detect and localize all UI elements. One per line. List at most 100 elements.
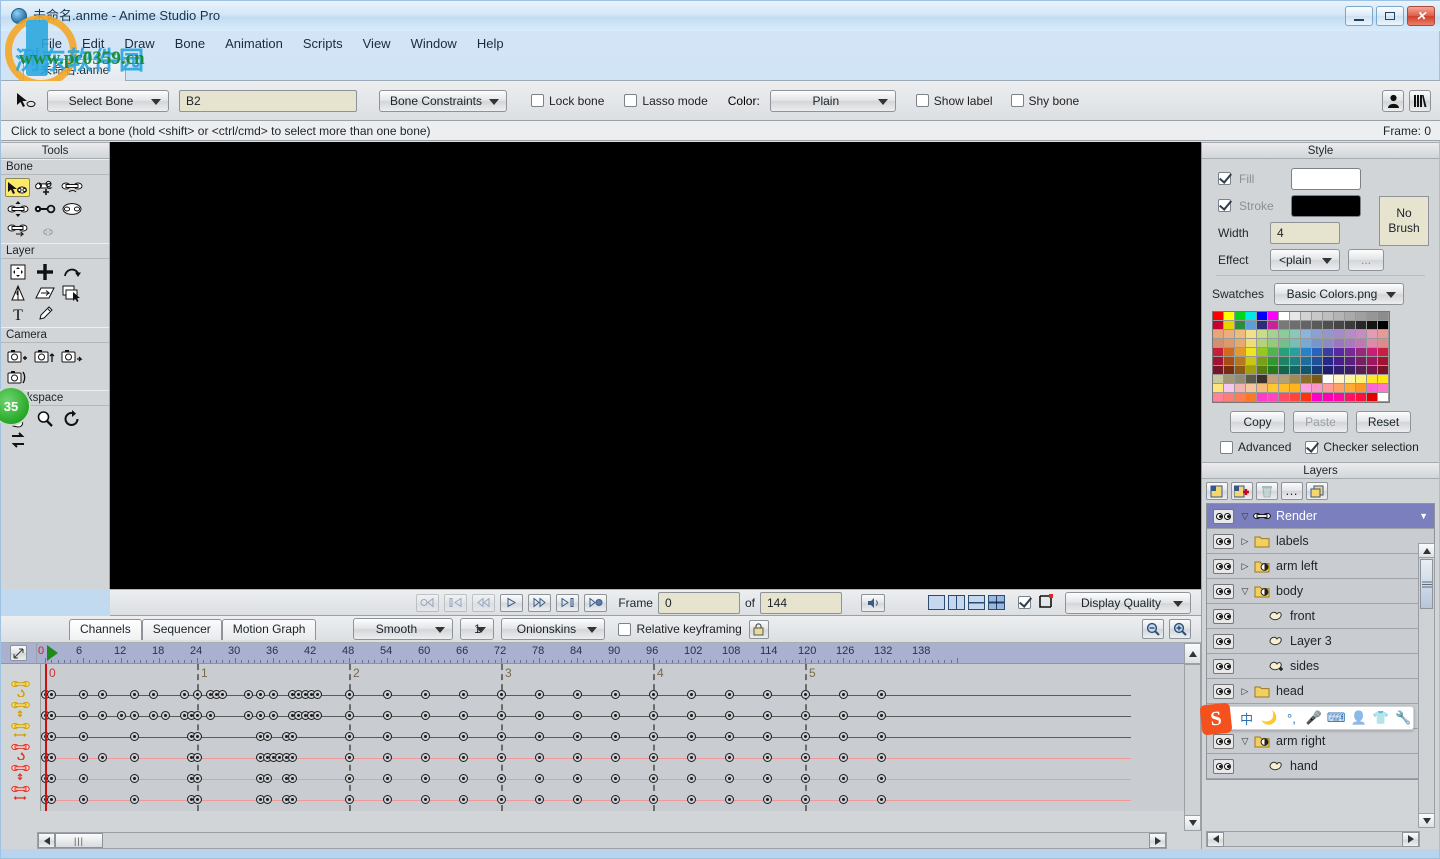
- color-swatch-98[interactable]: [1235, 366, 1246, 375]
- color-swatch-94[interactable]: [1367, 357, 1378, 366]
- interpolation-dropdown[interactable]: Smooth: [353, 618, 453, 640]
- keyframe[interactable]: [497, 753, 506, 762]
- layer-visibility-icon[interactable]: [1213, 634, 1234, 649]
- keyframe[interactable]: [497, 711, 506, 720]
- keyframe[interactable]: [345, 753, 354, 762]
- keyframe[interactable]: [725, 732, 734, 741]
- color-swatch-15[interactable]: [1378, 312, 1389, 321]
- tab-motion-graph[interactable]: Motion Graph: [222, 619, 317, 640]
- color-swatch-58[interactable]: [1323, 339, 1334, 348]
- keyframe[interactable]: [801, 774, 810, 783]
- onionskins-dropdown[interactable]: Onionskins: [501, 618, 605, 640]
- color-swatch-64[interactable]: [1213, 348, 1224, 357]
- color-swatch-132[interactable]: [1257, 384, 1268, 393]
- keyframe[interactable]: [149, 690, 158, 699]
- color-swatch-95[interactable]: [1378, 357, 1389, 366]
- color-swatch-76[interactable]: [1345, 348, 1356, 357]
- color-swatch-124[interactable]: [1345, 375, 1356, 384]
- keyframe[interactable]: [535, 753, 544, 762]
- color-swatch-19[interactable]: [1246, 321, 1257, 330]
- bone-translate-yellow-icon[interactable]: [1, 699, 40, 720]
- color-swatch-106[interactable]: [1323, 366, 1334, 375]
- ime-degree-icon[interactable]: °,: [1282, 711, 1301, 726]
- color-swatch-81[interactable]: [1224, 357, 1235, 366]
- layer-row-front[interactable]: front: [1207, 604, 1434, 629]
- two-row-view-icon[interactable]: [968, 595, 985, 610]
- keyframe[interactable]: [206, 711, 215, 720]
- keyframe[interactable]: [98, 711, 107, 720]
- keyframe[interactable]: [573, 732, 582, 741]
- color-swatch-120[interactable]: [1301, 375, 1312, 384]
- color-swatch-2[interactable]: [1235, 312, 1246, 321]
- keyframe[interactable]: [459, 795, 468, 804]
- color-swatch-118[interactable]: [1279, 375, 1290, 384]
- color-swatch-90[interactable]: [1323, 357, 1334, 366]
- keyframe[interactable]: [687, 690, 696, 699]
- color-swatch-101[interactable]: [1268, 366, 1279, 375]
- color-swatch-18[interactable]: [1235, 321, 1246, 330]
- layer-visibility-icon[interactable]: [1213, 534, 1234, 549]
- step-forward-button[interactable]: [556, 594, 579, 612]
- keyframe[interactable]: [801, 690, 810, 699]
- single-view-icon[interactable]: [928, 595, 945, 610]
- timeline-vscrollbar[interactable]: [1184, 664, 1201, 831]
- effect-dropdown[interactable]: <plain: [1270, 249, 1340, 271]
- color-swatch-145[interactable]: [1224, 393, 1235, 402]
- bone-scale-yellow-icon[interactable]: [1, 720, 40, 741]
- keyframe[interactable]: [497, 732, 506, 741]
- keyframe[interactable]: [421, 690, 430, 699]
- keyframe[interactable]: [130, 711, 139, 720]
- layers-scroll-right-button[interactable]: [1402, 832, 1419, 847]
- keyframe[interactable]: [611, 690, 620, 699]
- color-swatch-77[interactable]: [1356, 348, 1367, 357]
- color-swatch-150[interactable]: [1279, 393, 1290, 402]
- keyframe[interactable]: [263, 774, 272, 783]
- keyframe[interactable]: [535, 774, 544, 783]
- person-icon[interactable]: [1382, 90, 1404, 112]
- layer-expander-icon[interactable]: ▽: [1238, 586, 1252, 597]
- color-swatch-50[interactable]: [1235, 339, 1246, 348]
- color-swatch-59[interactable]: [1334, 339, 1345, 348]
- color-swatch-63[interactable]: [1378, 339, 1389, 348]
- color-swatch-71[interactable]: [1290, 348, 1301, 357]
- color-swatch-99[interactable]: [1246, 366, 1257, 375]
- keyframe[interactable]: [193, 795, 202, 804]
- keyframe[interactable]: [877, 774, 886, 783]
- color-swatch-88[interactable]: [1301, 357, 1312, 366]
- color-swatch-23[interactable]: [1290, 321, 1301, 330]
- tool-select-dropdown[interactable]: Select Bone: [47, 90, 169, 112]
- keyframe[interactable]: [288, 795, 297, 804]
- timeline-scroll-right-button[interactable]: [1149, 833, 1166, 848]
- color-swatch-66[interactable]: [1235, 348, 1246, 357]
- color-swatch-121[interactable]: [1312, 375, 1323, 384]
- view-toggle-checkbox[interactable]: [1018, 596, 1031, 609]
- keyframe[interactable]: [345, 690, 354, 699]
- color-swatch-89[interactable]: [1312, 357, 1323, 366]
- color-swatch-125[interactable]: [1356, 375, 1367, 384]
- color-swatch-14[interactable]: [1367, 312, 1378, 321]
- color-swatch-140[interactable]: [1345, 384, 1356, 393]
- color-swatch-156[interactable]: [1345, 393, 1356, 402]
- color-swatch-20[interactable]: [1257, 321, 1268, 330]
- keyframe[interactable]: [839, 732, 848, 741]
- keyframe[interactable]: [161, 711, 170, 720]
- timeline-ruler[interactable]: 0612182430364248546066727884909610210811…: [37, 643, 1184, 664]
- color-swatch-25[interactable]: [1312, 321, 1323, 330]
- ime-wrench-icon[interactable]: 🔧: [1394, 710, 1413, 726]
- ime-shirt-icon[interactable]: 👕: [1371, 710, 1390, 726]
- keyframe[interactable]: [47, 795, 56, 804]
- layer-row-arm-left[interactable]: ▷arm left: [1207, 554, 1434, 579]
- keyframe[interactable]: [79, 690, 88, 699]
- layer-visibility-icon[interactable]: [1213, 609, 1234, 624]
- stroke-color-swatch[interactable]: [1291, 195, 1361, 217]
- color-swatch-5[interactable]: [1268, 312, 1279, 321]
- color-swatch-123[interactable]: [1334, 375, 1345, 384]
- keyframe[interactable]: [801, 711, 810, 720]
- roll-camera-tool[interactable]: [59, 346, 84, 365]
- keyframe[interactable]: [877, 732, 886, 741]
- frame-input[interactable]: 0: [658, 592, 740, 614]
- ime-keyboard-icon[interactable]: ⌨: [1327, 710, 1346, 726]
- keyframe[interactable]: [877, 753, 886, 762]
- keyframe[interactable]: [573, 711, 582, 720]
- book-icon[interactable]: [1409, 90, 1431, 112]
